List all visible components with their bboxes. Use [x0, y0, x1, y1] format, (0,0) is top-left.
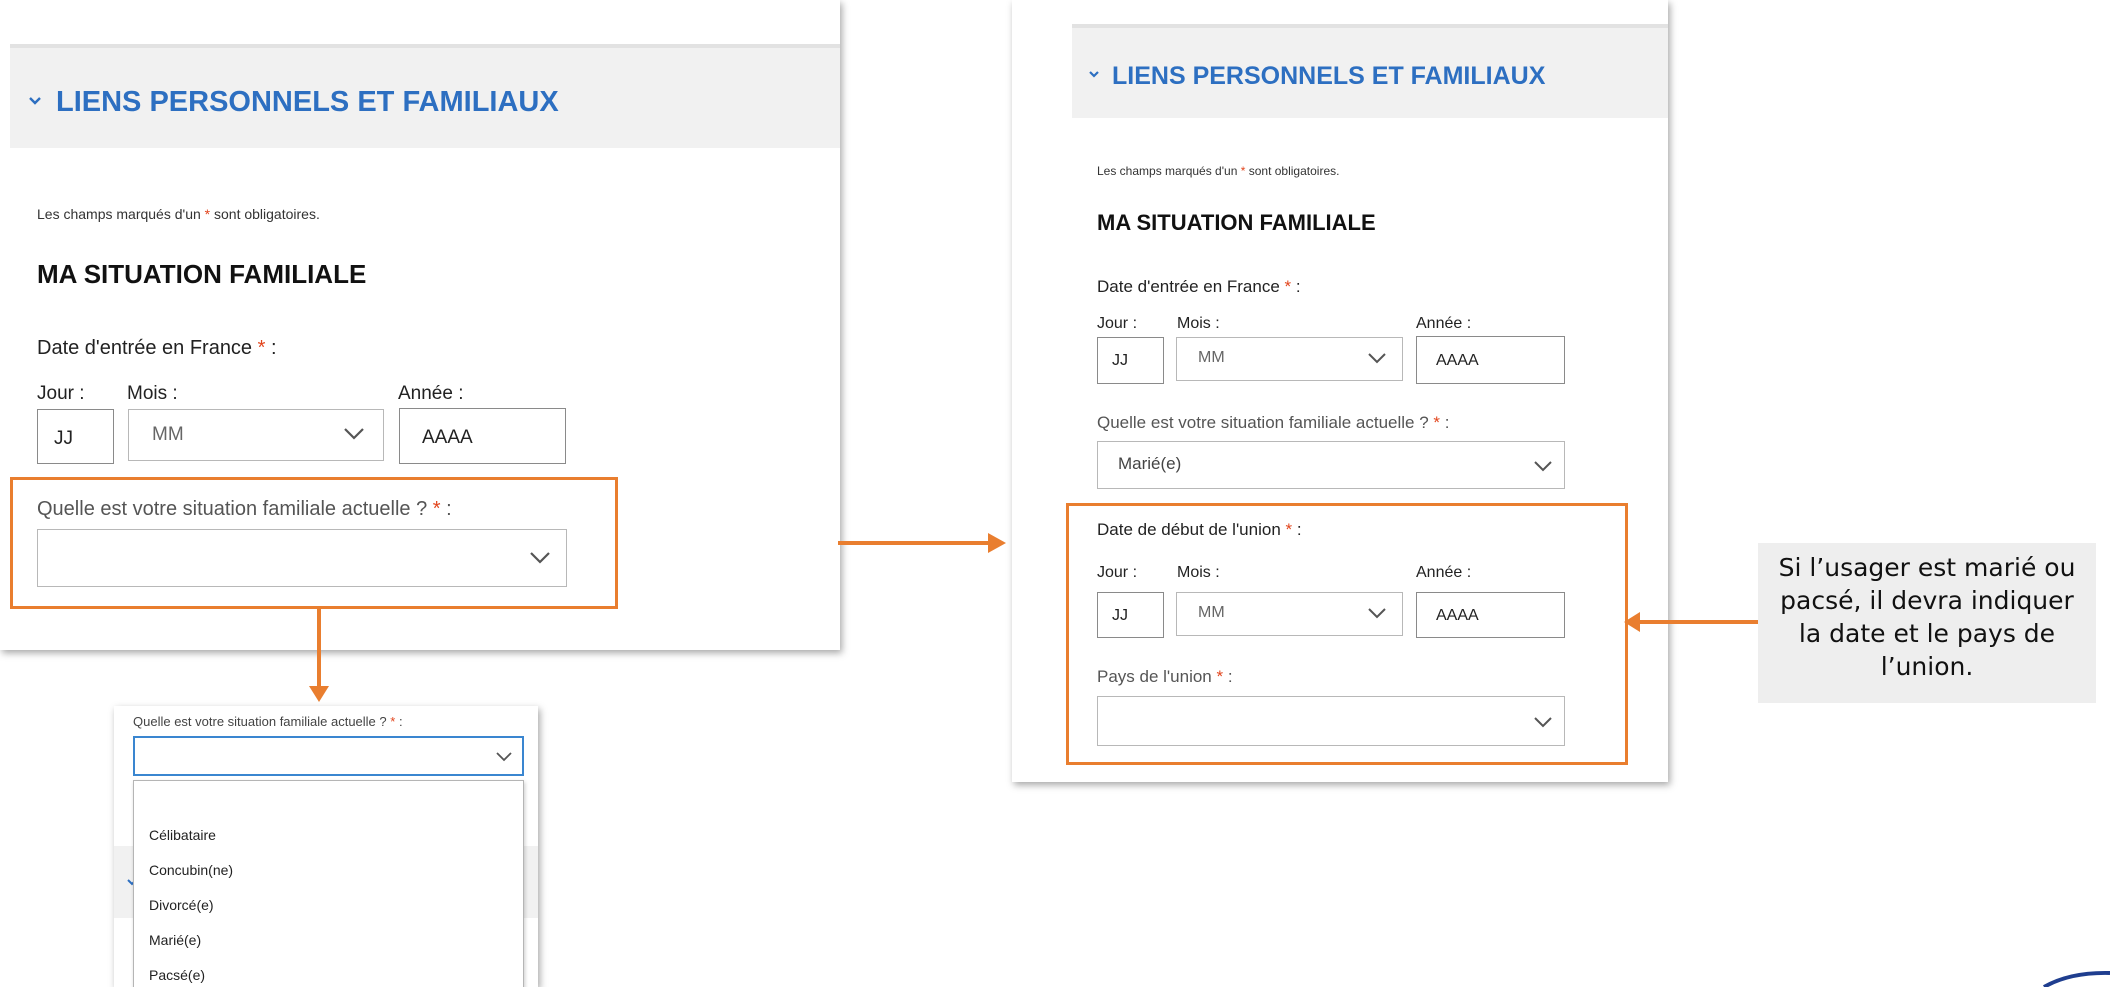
situation-label: Quelle est votre situation familiale act… [1097, 413, 1450, 432]
union-jour-input[interactable]: JJ [1097, 592, 1164, 638]
mois-placeholder: MM [1198, 349, 1225, 366]
chevron-down-icon [530, 552, 550, 564]
union-country-label: Pays de l'union * : [1097, 667, 1233, 686]
required-fields-note: Les champs marqués d'un * sont obligatoi… [1097, 164, 1340, 178]
chevron-down-icon [496, 752, 512, 762]
annee-placeholder: AAAA [1436, 352, 1479, 369]
union-mois-placeholder: MM [1198, 604, 1225, 621]
jour-label: Jour : [1097, 315, 1138, 332]
dropdown-option-marie[interactable]: Marié(e) [149, 932, 201, 948]
dropdown-options-list: Célibataire Concubin(ne) Divorcé(e) Mari… [133, 780, 524, 987]
callout-text: Si l’usager est marié ou pacsé, il devra… [1778, 553, 2076, 681]
dropdown-option-divorce[interactable]: Divorcé(e) [149, 897, 214, 913]
arrow-down-connector [309, 606, 329, 702]
dropdown-select-focused[interactable] [133, 736, 524, 776]
annee-label: Année : [1416, 315, 1472, 332]
union-jour-label: Jour : [1097, 564, 1138, 581]
union-mois-label: Mois : [1177, 564, 1220, 581]
union-annee-placeholder: AAAA [1436, 607, 1479, 624]
callout-note: Si l’usager est marié ou pacsé, il devra… [1758, 543, 2096, 703]
date-entree-label: Date d'entrée en France * : [37, 337, 277, 359]
jour-placeholder: JJ [54, 428, 73, 449]
mois-label: Mois : [1177, 315, 1220, 332]
left-form-panel: LIENS PERSONNELS ET FAMILIAUX Les champs… [0, 0, 840, 650]
right-form-panel: LIENS PERSONNELS ET FAMILIAUX Les champs… [1012, 0, 1668, 782]
chevron-down-icon [344, 428, 364, 440]
annee-input[interactable]: AAAA [1416, 336, 1565, 384]
chevron-down-icon [1368, 608, 1386, 619]
jour-label: Jour : [37, 383, 85, 404]
dropdown-label: Quelle est votre situation familiale act… [133, 714, 403, 729]
arrow-left-connector [1624, 612, 1760, 632]
chevron-down-icon [1534, 717, 1552, 728]
annee-label: Année : [398, 383, 464, 404]
subsection-title: MA SITUATION FAMILIALE [37, 259, 367, 289]
subsection-title: MA SITUATION FAMILIALE [1097, 210, 1376, 235]
mois-label: Mois : [127, 383, 178, 404]
jour-placeholder: JJ [1112, 352, 1128, 369]
situation-select[interactable]: Marié(e) [1097, 441, 1565, 489]
union-jour-placeholder: JJ [1112, 607, 1128, 624]
chevron-down-icon [29, 97, 41, 105]
section-title: LIENS PERSONNELS ET FAMILIAUX [56, 86, 559, 118]
union-annee-input[interactable]: AAAA [1416, 592, 1565, 638]
mois-select[interactable]: MM [128, 409, 384, 461]
section-header[interactable]: LIENS PERSONNELS ET FAMILIAUX [1072, 24, 1668, 118]
mois-placeholder: MM [152, 424, 184, 445]
mois-select[interactable]: MM [1176, 337, 1403, 381]
annee-placeholder: AAAA [422, 427, 473, 448]
dropdown-option-concubin[interactable]: Concubin(ne) [149, 862, 233, 878]
union-date-label: Date de début de l'union * : [1097, 520, 1302, 539]
section-header[interactable]: LIENS PERSONNELS ET FAMILIAUX [10, 44, 840, 148]
chevron-down-icon [1368, 353, 1386, 364]
annee-input[interactable]: AAAA [399, 408, 566, 464]
situation-value: Marié(e) [1118, 454, 1182, 473]
situation-label: Quelle est votre situation familiale act… [37, 498, 452, 520]
dropdown-option-celibataire[interactable]: Célibataire [149, 827, 216, 843]
union-mois-select[interactable]: MM [1176, 592, 1403, 636]
required-fields-note: Les champs marqués d'un * sont obligatoi… [37, 206, 320, 222]
jour-input[interactable]: JJ [37, 409, 114, 464]
section-title: LIENS PERSONNELS ET FAMILIAUX [1112, 62, 1546, 90]
situation-select[interactable] [37, 529, 567, 587]
dropdown-option-pacse[interactable]: Pacsé(e) [149, 967, 205, 983]
logo-fragment [2043, 970, 2110, 987]
arrow-right-connector [838, 533, 1006, 553]
date-entree-label: Date d'entrée en France * : [1097, 277, 1301, 296]
jour-input[interactable]: JJ [1097, 337, 1164, 384]
union-country-select[interactable] [1097, 696, 1565, 746]
chevron-down-icon [1089, 71, 1099, 78]
dropdown-zoom-panel: Quelle est votre situation familiale act… [114, 706, 538, 987]
union-annee-label: Année : [1416, 564, 1472, 581]
chevron-down-icon [1534, 461, 1552, 472]
